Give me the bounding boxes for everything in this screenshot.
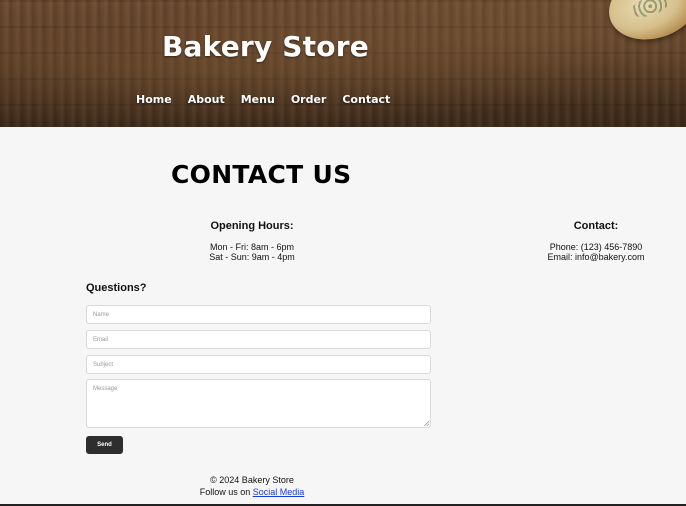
message-textarea[interactable]: Message [86,379,431,428]
bread-image [600,0,686,51]
message-placeholder: Message [93,386,118,392]
footer-copyright: © 2024 Bakery Store [210,475,294,485]
hours-weekdays: Mon - Fri: 8am - 6pm [209,242,294,252]
footer-follow: Follow us on Social Media [172,486,332,498]
subject-field[interactable]: Subject [86,355,431,374]
social-media-link[interactable]: Social Media [253,487,305,497]
contact-section: Contact: Phone: (123) 456-7890 Email: in… [530,220,662,262]
name-placeholder: Name [93,312,110,318]
contact-email: Email: info@bakery.com [547,252,645,262]
page-title: CONTACT US [171,160,352,189]
subject-placeholder: Subject [93,362,114,368]
nav-home[interactable]: Home [136,93,172,106]
contact-phone: Phone: (123) 456-7890 [549,242,643,252]
nav-contact[interactable]: Contact [342,93,390,106]
name-field[interactable]: Name [86,305,431,324]
footer: © 2024 Bakery Store Follow us on Social … [172,474,332,498]
opening-hours-section: Opening Hours: Mon - Fri: 8am - 6pm Sat … [181,220,323,262]
main-nav: Home About Menu Order Contact [136,93,406,106]
nav-menu[interactable]: Menu [241,93,275,106]
hero-banner: Bakery Store Home About Menu Order Conta… [0,0,686,127]
hours-weekend: Sat - Sun: 9am - 4pm [209,252,295,262]
email-field[interactable]: Email [86,330,431,349]
nav-order[interactable]: Order [291,93,327,106]
site-title: Bakery Store [162,30,369,63]
send-button[interactable]: Send [86,436,123,454]
questions-heading: Questions? [86,282,147,294]
nav-about[interactable]: About [188,93,225,106]
follow-text: Follow us on [199,487,253,497]
opening-hours-heading: Opening Hours: [210,220,294,232]
contact-heading: Contact: [573,220,619,232]
email-placeholder: Email [93,337,109,343]
